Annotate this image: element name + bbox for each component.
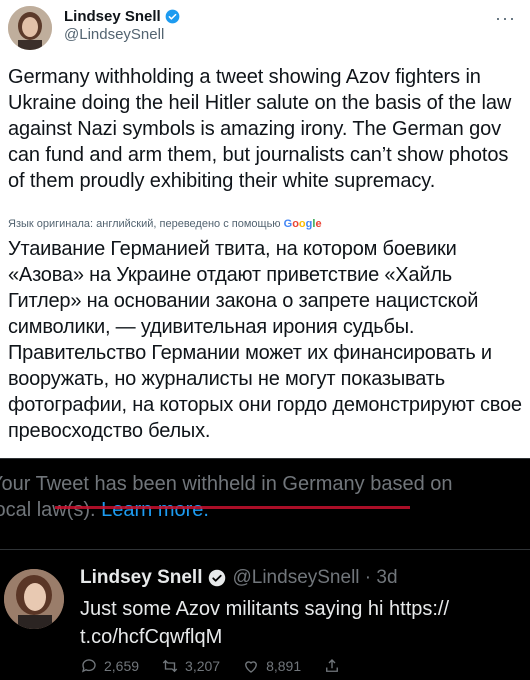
translation-note-text: Язык оригинала: английский, переведено с… — [8, 218, 284, 230]
like-count: 8,891 — [266, 658, 302, 674]
verified-badge-icon — [209, 569, 226, 587]
like-icon — [245, 661, 258, 673]
verified-badge-icon — [165, 9, 180, 24]
withheld-line2: local law(s). — [0, 499, 102, 521]
red-underline-annotation — [55, 506, 410, 509]
share-action[interactable] — [323, 657, 341, 675]
retweet-action[interactable]: 3,207 — [161, 657, 220, 675]
author-handle[interactable]: @LindseySnell — [64, 26, 164, 43]
more-icon[interactable]: ··· — [495, 8, 516, 29]
share-icon — [326, 659, 339, 672]
quoted-tweet-card[interactable]: Your Tweet has been withheld in Germany … — [0, 458, 530, 680]
card-divider — [0, 549, 530, 550]
translated-tweet-text: Утаивание Германией твита, на котором бо… — [8, 238, 522, 442]
translation-note: Язык оригинала: английский, переведено с… — [8, 218, 322, 230]
quoted-tweet-text: Just some Azov militants saying hi https… — [80, 598, 450, 648]
retweet-count: 3,207 — [185, 658, 221, 674]
reply-action[interactable]: 2,659 — [80, 657, 139, 675]
avatar[interactable] — [8, 6, 52, 50]
learn-more-link[interactable]: Learn more. — [101, 499, 209, 521]
reply-count: 2,659 — [104, 658, 140, 674]
quoted-author-handle[interactable]: @LindseySnell · 3d — [232, 567, 397, 589]
retweet-icon — [162, 659, 178, 673]
tweet-header: Lindsey Snell @LindseySnell ··· — [0, 0, 530, 60]
withheld-notice: Your Tweet has been withheld in Germany … — [0, 471, 530, 523]
tweet-text: Germany withholding a tweet showing Azov… — [8, 66, 512, 192]
quoted-author-line[interactable]: Lindsey Snell @LindseySnell · 3d — [80, 567, 398, 589]
author-name-line[interactable]: Lindsey Snell — [64, 8, 180, 25]
quoted-author-name[interactable]: Lindsey Snell — [80, 567, 202, 589]
author-name[interactable]: Lindsey Snell — [64, 8, 161, 25]
reply-icon — [81, 659, 96, 673]
withheld-line1: Your Tweet has been withheld in Germany … — [0, 473, 453, 495]
google-logo: Google — [283, 218, 322, 230]
tweet-actions: 2,659 3,207 8,891 — [80, 657, 341, 675]
quoted-avatar[interactable] — [4, 569, 64, 629]
like-action[interactable]: 8,891 — [242, 657, 301, 675]
